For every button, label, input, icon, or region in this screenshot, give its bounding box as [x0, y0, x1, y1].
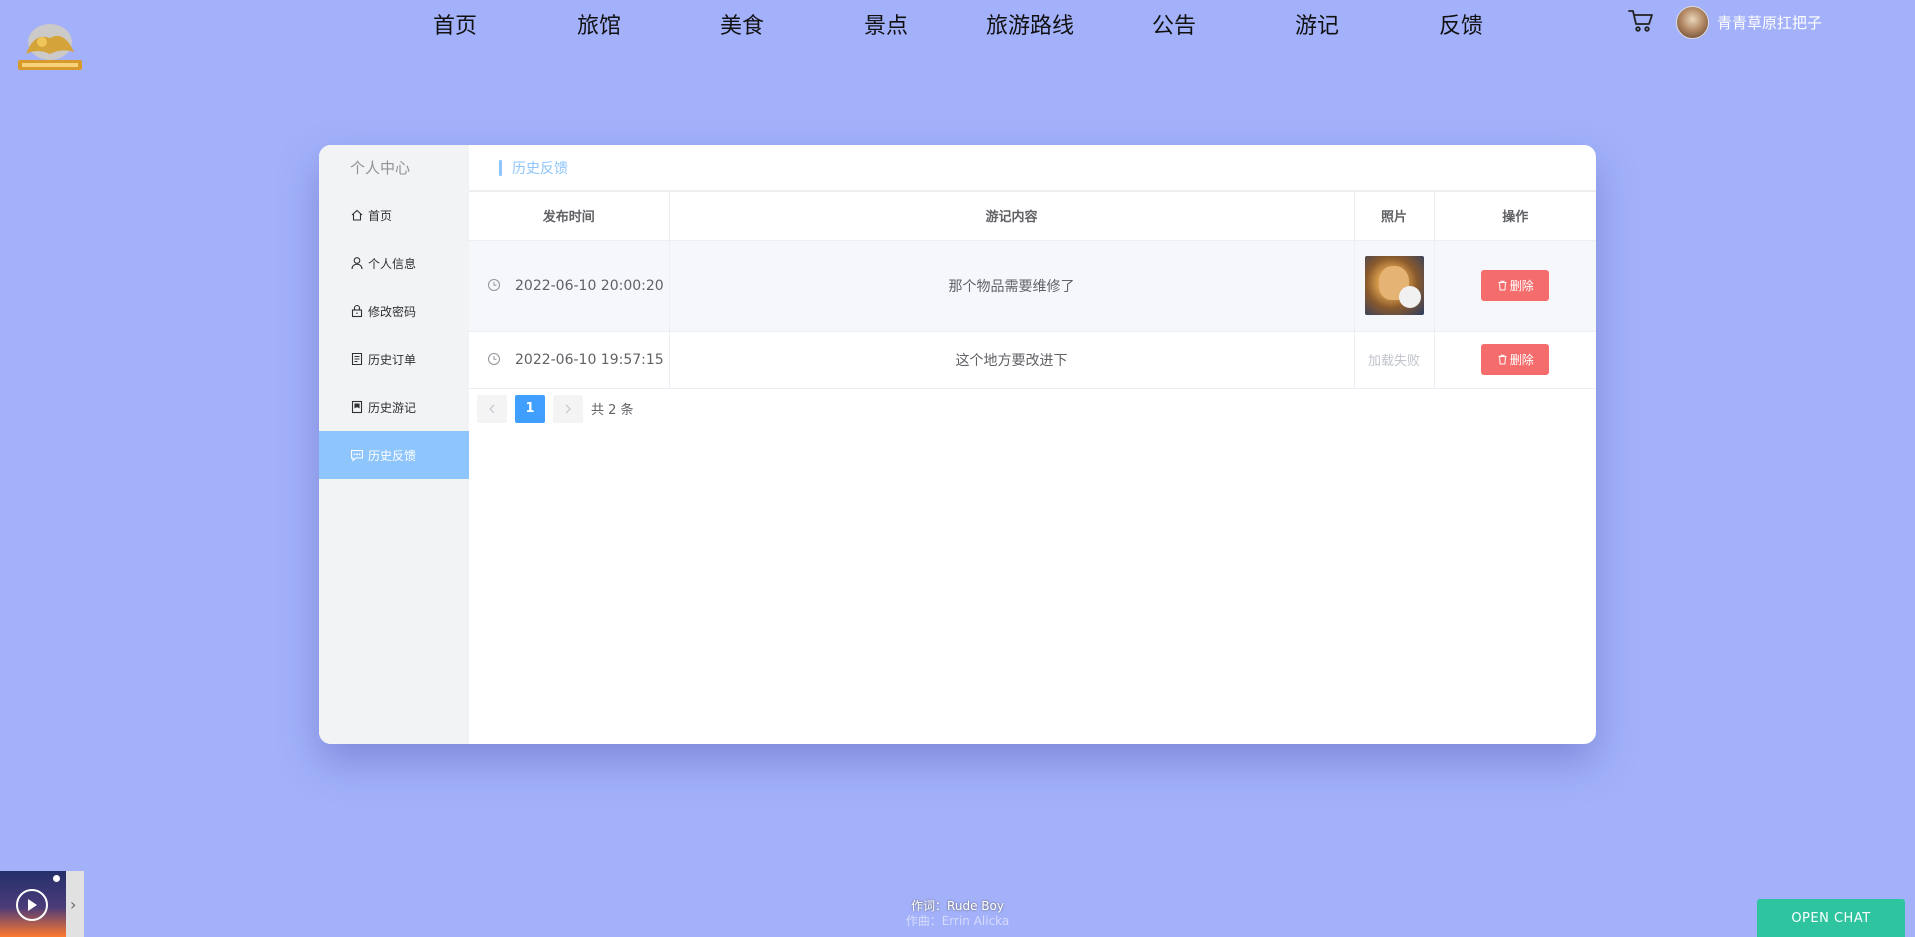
- username: 青青草原扛把子: [1717, 13, 1823, 32]
- sidebar-item-label: 历史游记: [368, 400, 417, 415]
- sidebar-item-label: 历史订单: [368, 352, 417, 367]
- sidebar-item-label: 首页: [368, 208, 393, 223]
- column-header-time: 发布时间: [469, 192, 670, 241]
- open-chat-button[interactable]: OPEN CHAT: [1757, 899, 1905, 937]
- content-cell: 这个地方要改进下: [669, 331, 1355, 389]
- cart-icon[interactable]: [1628, 9, 1654, 33]
- user-icon: [351, 257, 363, 270]
- sidebar-item-label: 个人信息: [368, 256, 417, 271]
- feedback-photo[interactable]: [1364, 256, 1424, 315]
- time-value: 2022-06-10 19:57:15: [515, 351, 664, 368]
- breadcrumb-label: 历史反馈: [512, 160, 568, 177]
- moon-decoration: [53, 875, 60, 882]
- column-header-photo: 照片: [1354, 192, 1435, 241]
- nav-feedback[interactable]: 反馈: [1439, 8, 1483, 40]
- table-row: 2022-06-10 20:00:20 那个物品需要维修了 删除: [469, 240, 1596, 332]
- nav-announcements[interactable]: 公告: [1152, 8, 1196, 40]
- time-value: 2022-06-10 20:00:20: [515, 277, 664, 294]
- breadcrumb-marker: [499, 159, 502, 176]
- avatar: [1676, 5, 1709, 39]
- actions-cell: 删除: [1434, 240, 1596, 332]
- actions-cell: 删除: [1434, 331, 1596, 389]
- home-icon: [351, 209, 363, 221]
- sidebar-item-home[interactable]: 首页: [319, 191, 469, 239]
- nav-travelogues[interactable]: 游记: [1295, 8, 1339, 40]
- trash-icon: [1498, 280, 1507, 291]
- feedback-table: 发布时间 游记内容 照片 操作 2022-06-10 20:00:20 那个物品…: [469, 192, 1596, 389]
- notebook-icon: [351, 400, 363, 414]
- pagination-total: 共 2 条: [591, 403, 634, 418]
- photo-cell: [1354, 240, 1435, 332]
- chevron-right-icon: [565, 404, 571, 413]
- chevron-left-icon: [489, 404, 495, 413]
- prev-page-button[interactable]: [477, 394, 507, 423]
- personal-center-panel: 个人中心 首页 个人信息 修改密码 历史订单 历史游记 历史反馈 历史反馈 发布…: [319, 145, 1596, 744]
- page-number-button[interactable]: 1: [515, 394, 545, 423]
- breadcrumb: 历史反馈: [469, 145, 1596, 192]
- sidebar-item-profile[interactable]: 个人信息: [319, 239, 469, 287]
- next-page-button[interactable]: [553, 394, 583, 423]
- photo-cell: 加载失败: [1354, 331, 1435, 389]
- nav-routes[interactable]: 旅游路线: [986, 8, 1074, 40]
- clock-icon: [488, 352, 500, 365]
- sidebar-item-label: 历史反馈: [368, 448, 417, 463]
- nav-home[interactable]: 首页: [433, 8, 477, 40]
- nav-attractions[interactable]: 景点: [864, 8, 908, 40]
- user-menu[interactable]: 青青草原扛把子: [1676, 4, 1822, 40]
- time-cell: 2022-06-10 20:00:20: [469, 240, 670, 332]
- sidebar-title: 个人中心: [319, 145, 469, 191]
- trash-icon: [1498, 354, 1507, 365]
- time-cell: 2022-06-10 19:57:15: [469, 331, 670, 389]
- column-header-content: 游记内容: [669, 192, 1355, 241]
- delete-button[interactable]: 删除: [1481, 270, 1550, 301]
- delete-button[interactable]: 删除: [1481, 344, 1550, 375]
- delete-label: 删除: [1509, 353, 1534, 367]
- chat-icon: [350, 449, 364, 462]
- lyric-line-2: 作曲：Errin Alicka: [905, 914, 1010, 928]
- nav-food[interactable]: 美食: [720, 8, 764, 40]
- column-header-actions: 操作: [1434, 192, 1596, 241]
- pagination: 1 共 2 条: [469, 389, 1596, 429]
- content-area: 历史反馈 发布时间 游记内容 照片 操作 2022-06-10 20:00:20: [469, 145, 1596, 744]
- order-icon: [351, 352, 363, 366]
- sidebar-item-label: 修改密码: [368, 304, 417, 319]
- table-row: 2022-06-10 19:57:15 这个地方要改进下 加载失败 删除: [469, 331, 1596, 389]
- table-header-row: 发布时间 游记内容 照片 操作: [469, 192, 1596, 241]
- sidebar-item-orders[interactable]: 历史订单: [319, 335, 469, 383]
- sidebar-item-password[interactable]: 修改密码: [319, 287, 469, 335]
- sidebar: 个人中心 首页 个人信息 修改密码 历史订单 历史游记 历史反馈: [319, 145, 469, 744]
- sidebar-item-travelogues[interactable]: 历史游记: [319, 383, 469, 431]
- clock-icon: [488, 278, 500, 291]
- nav-hotel[interactable]: 旅馆: [577, 8, 621, 40]
- content-cell: 那个物品需要维修了: [669, 240, 1355, 332]
- photo-load-failed: 加载失败: [1367, 354, 1420, 369]
- sidebar-item-feedback[interactable]: 历史反馈: [319, 431, 469, 479]
- delete-label: 删除: [1509, 279, 1534, 293]
- lock-icon: [351, 304, 363, 318]
